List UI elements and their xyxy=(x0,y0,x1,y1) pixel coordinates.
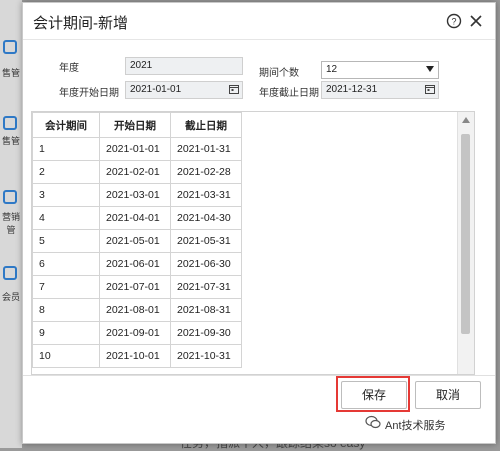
table-row[interactable]: 2 2021-02-01 2021-02-28 xyxy=(32,160,242,184)
accounting-period-dialog: 会计期间-新增 ? 年度 2021 期间个数 12 年度开始日期 2021-01… xyxy=(22,2,496,444)
end-cell[interactable]: 2021-07-31 xyxy=(170,275,242,299)
close-icon[interactable] xyxy=(468,13,484,29)
column-header[interactable]: 会计期间 xyxy=(32,112,100,138)
help-circle-icon[interactable]: ? xyxy=(446,13,462,29)
scroll-up-icon[interactable] xyxy=(462,117,470,123)
start-cell[interactable]: 2021-01-01 xyxy=(99,137,171,161)
start-cell[interactable]: 2021-09-01 xyxy=(99,321,171,345)
watermark-text: Ant技术服务 xyxy=(385,420,446,432)
end-cell[interactable]: 2021-06-30 xyxy=(170,252,242,276)
start-cell[interactable]: 2021-08-01 xyxy=(99,298,171,322)
table-row[interactable]: 8 2021-08-01 2021-08-31 xyxy=(32,298,242,322)
column-header[interactable]: 开始日期 xyxy=(99,112,171,138)
period-cell[interactable]: 6 xyxy=(32,252,100,276)
user-icon xyxy=(3,266,17,280)
period-cell[interactable]: 7 xyxy=(32,275,100,299)
table-row[interactable]: 4 2021-04-01 2021-04-30 xyxy=(32,206,242,230)
footer-divider xyxy=(23,375,495,376)
period-cell[interactable]: 5 xyxy=(32,229,100,253)
table-row[interactable]: 6 2021-06-01 2021-06-30 xyxy=(32,252,242,276)
end-cell[interactable]: 2021-01-31 xyxy=(170,137,242,161)
start-cell[interactable]: 2021-05-01 xyxy=(99,229,171,253)
start-cell[interactable]: 2021-04-01 xyxy=(99,206,171,230)
table-row[interactable]: 7 2021-07-01 2021-07-31 xyxy=(32,275,242,299)
save-button-highlight xyxy=(336,376,410,412)
end-cell[interactable]: 2021-02-28 xyxy=(170,160,242,184)
cart-icon xyxy=(3,116,17,130)
table-row[interactable]: 1 2021-01-01 2021-01-31 xyxy=(32,137,242,161)
end-cell[interactable]: 2021-03-31 xyxy=(170,183,242,207)
period-count-label: 期间个数 xyxy=(259,68,299,79)
start-date-field[interactable]: 2021-01-01 xyxy=(125,81,243,99)
period-cell[interactable]: 2 xyxy=(32,160,100,184)
period-grid: 会计期间 开始日期 截止日期 1 2021-01-01 2021-01-31 2 20… xyxy=(31,111,475,375)
background-sidebar: 售管 售管 营销管 会员 xyxy=(0,0,22,448)
start-cell[interactable]: 2021-06-01 xyxy=(99,252,171,276)
wechat-icon xyxy=(365,415,381,429)
end-date-field[interactable]: 2021-12-31 xyxy=(321,81,439,99)
period-cell[interactable]: 9 xyxy=(32,321,100,345)
period-cell[interactable]: 3 xyxy=(32,183,100,207)
period-table: 会计期间 开始日期 截止日期 1 2021-01-01 2021-01-31 2 20… xyxy=(32,112,242,368)
dialog-title: 会计期间-新增 xyxy=(33,15,128,32)
year-field[interactable]: 2021 xyxy=(125,57,243,75)
background-label: 售管 xyxy=(1,136,20,146)
megaphone-icon xyxy=(3,190,17,204)
scrollbar-thumb[interactable] xyxy=(461,134,470,334)
end-cell[interactable]: 2021-10-31 xyxy=(170,344,242,368)
start-cell[interactable]: 2021-02-01 xyxy=(99,160,171,184)
period-cell[interactable]: 10 xyxy=(32,344,100,368)
background-label: 营销管 xyxy=(1,212,20,235)
period-cell[interactable]: 4 xyxy=(32,206,100,230)
calendar-icon[interactable] xyxy=(229,84,239,94)
period-cell[interactable]: 8 xyxy=(32,298,100,322)
year-label: 年度 xyxy=(59,63,79,74)
dialog-titlebar: 会计期间-新增 ? xyxy=(23,3,495,40)
table-header-row: 会计期间 开始日期 截止日期 xyxy=(32,112,242,138)
end-date-value: 2021-12-31 xyxy=(326,84,378,95)
svg-text:?: ? xyxy=(451,17,456,27)
background-label: 会员 xyxy=(1,292,20,302)
table-row[interactable]: 3 2021-03-01 2021-03-31 xyxy=(32,183,242,207)
table-row[interactable]: 10 2021-10-01 2021-10-31 xyxy=(32,344,242,368)
end-date-label: 年度截止日期 xyxy=(259,88,319,99)
table-row[interactable]: 9 2021-09-01 2021-09-30 xyxy=(32,321,242,345)
end-cell[interactable]: 2021-09-30 xyxy=(170,321,242,345)
table-row[interactable]: 5 2021-05-01 2021-05-31 xyxy=(32,229,242,253)
end-cell[interactable]: 2021-05-31 xyxy=(170,229,242,253)
end-cell[interactable]: 2021-08-31 xyxy=(170,298,242,322)
vertical-scrollbar[interactable] xyxy=(457,112,474,374)
end-cell[interactable]: 2021-04-30 xyxy=(170,206,242,230)
calendar-icon[interactable] xyxy=(425,84,435,94)
start-date-label: 年度开始日期 xyxy=(59,88,119,99)
background-label: 售管 xyxy=(1,68,20,78)
period-cell[interactable]: 1 xyxy=(32,137,100,161)
start-cell[interactable]: 2021-07-01 xyxy=(99,275,171,299)
period-count-value: 12 xyxy=(326,64,338,75)
chart-icon xyxy=(3,40,17,54)
column-header[interactable]: 截止日期 xyxy=(170,112,242,138)
start-cell[interactable]: 2021-10-01 xyxy=(99,344,171,368)
start-date-value: 2021-01-01 xyxy=(130,84,182,95)
start-cell[interactable]: 2021-03-01 xyxy=(99,183,171,207)
chevron-down-icon xyxy=(426,66,434,72)
cancel-button[interactable]: 取消 xyxy=(415,381,481,409)
period-count-select[interactable]: 12 xyxy=(321,61,439,79)
